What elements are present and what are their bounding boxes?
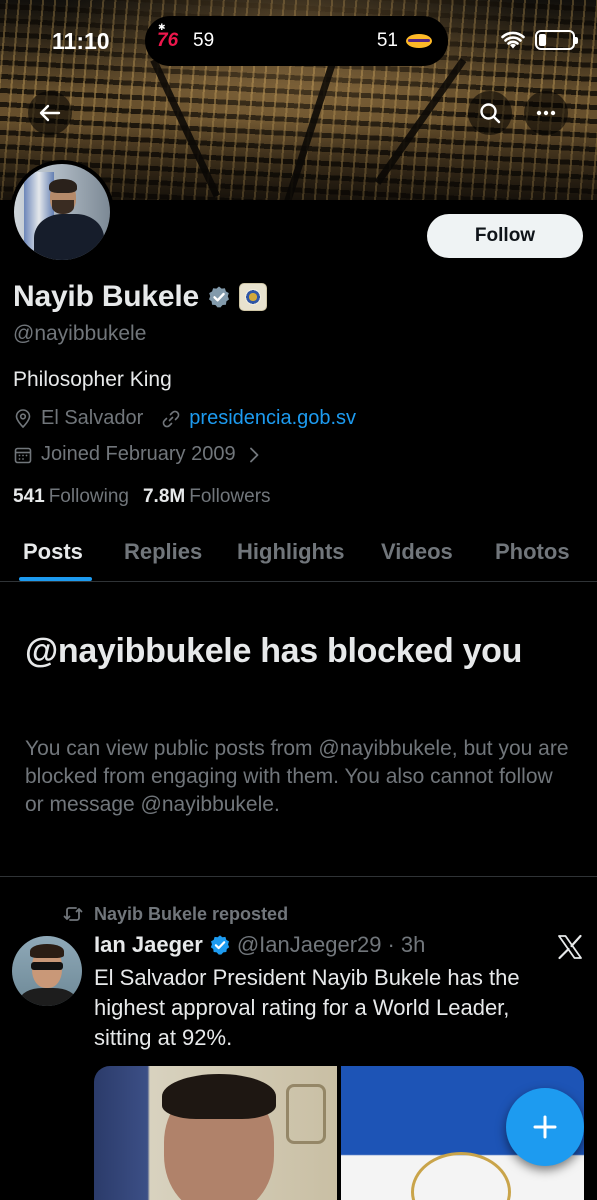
avatar-image xyxy=(14,164,110,260)
post-text: El Salvador President Nayib Bukele has t… xyxy=(94,965,520,1050)
profile-tabs: Posts Replies Highlights Videos Photos xyxy=(0,530,597,582)
plus-icon xyxy=(533,1115,557,1139)
back-button[interactable] xyxy=(28,91,72,135)
score-left: ✱ 76 59 xyxy=(157,22,215,52)
display-name: Nayib Bukele xyxy=(13,280,200,313)
score-right-value: 51 xyxy=(376,30,398,51)
link-icon xyxy=(162,410,180,427)
verified-gray-badge-icon[interactable] xyxy=(207,285,231,309)
divider xyxy=(0,876,597,877)
lakers-logo xyxy=(406,34,432,48)
profile-bio: Philosopher King xyxy=(13,368,172,391)
status-time: 11:10 xyxy=(52,28,110,54)
x-logo-icon[interactable] xyxy=(556,933,584,961)
repost-label: Nayib Bukele reposted xyxy=(94,903,289,924)
live-activity-scoreboard[interactable]: ✱ 76 59 51 xyxy=(145,16,448,66)
score-left-value: 59 xyxy=(193,30,215,51)
repost-indicator[interactable]: Nayib Bukele reposted xyxy=(62,903,288,925)
post-media-photo[interactable] xyxy=(94,1066,337,1200)
profile-website-link[interactable]: presidencia.gob.sv xyxy=(189,407,356,430)
chevron-right-icon xyxy=(249,447,258,462)
blocked-description: You can view public posts from @nayibbuk… xyxy=(25,737,569,816)
tab-photos[interactable]: Photos xyxy=(495,539,570,565)
calendar-icon xyxy=(14,447,32,463)
profile-location: El Salvador xyxy=(41,407,144,429)
tab-posts[interactable]: Posts xyxy=(23,539,83,565)
post-author-avatar[interactable] xyxy=(12,936,82,1006)
status-icons xyxy=(501,30,578,50)
tab-replies[interactable]: Replies xyxy=(124,539,202,565)
followers-stat[interactable]: 7.8M Followers xyxy=(143,486,271,508)
more-horizontal-icon xyxy=(536,110,556,116)
post-time[interactable]: 3h xyxy=(401,932,425,958)
compose-post-button[interactable] xyxy=(506,1088,584,1166)
profile-handle: @nayibbukele xyxy=(13,322,147,345)
search-button[interactable] xyxy=(468,91,512,135)
post-separator: · xyxy=(387,932,395,957)
post-author-name[interactable]: Ian Jaeger xyxy=(94,932,203,958)
repost-icon xyxy=(63,907,83,921)
more-button[interactable] xyxy=(524,91,568,135)
verified-blue-badge-icon[interactable] xyxy=(209,934,231,956)
post-header: Ian Jaeger @IanJaeger29 · 3h xyxy=(94,932,425,958)
active-tab-indicator xyxy=(19,577,92,581)
profile-avatar[interactable] xyxy=(10,160,114,264)
arrow-left-icon xyxy=(39,104,61,122)
location-pin-icon xyxy=(15,408,31,428)
tab-videos[interactable]: Videos xyxy=(381,539,453,565)
profile-joined: Joined February 2009 xyxy=(41,443,236,465)
wifi-icon xyxy=(501,31,525,49)
government-affiliation-badge-icon[interactable] xyxy=(239,283,268,311)
follow-stats: 541 Following 7.8M Followers xyxy=(13,486,271,508)
score-right: 51 xyxy=(377,30,432,52)
sixers-logo: ✱ 76 xyxy=(157,22,179,51)
tab-highlights[interactable]: Highlights xyxy=(237,539,345,565)
following-stat[interactable]: 541 Following xyxy=(13,486,129,508)
name-row: Nayib Bukele xyxy=(13,280,268,314)
search-icon xyxy=(480,103,501,124)
follow-button[interactable]: Follow xyxy=(427,214,583,258)
joined-row[interactable]: Joined February 2009 xyxy=(13,443,264,466)
blocked-title: @nayibbukele has blocked you xyxy=(25,632,523,670)
profile-meta-row: El Salvador presidencia.gob.sv xyxy=(13,407,356,430)
post-author-handle[interactable]: @IanJaeger29 xyxy=(237,932,382,958)
battery-icon xyxy=(535,30,578,50)
